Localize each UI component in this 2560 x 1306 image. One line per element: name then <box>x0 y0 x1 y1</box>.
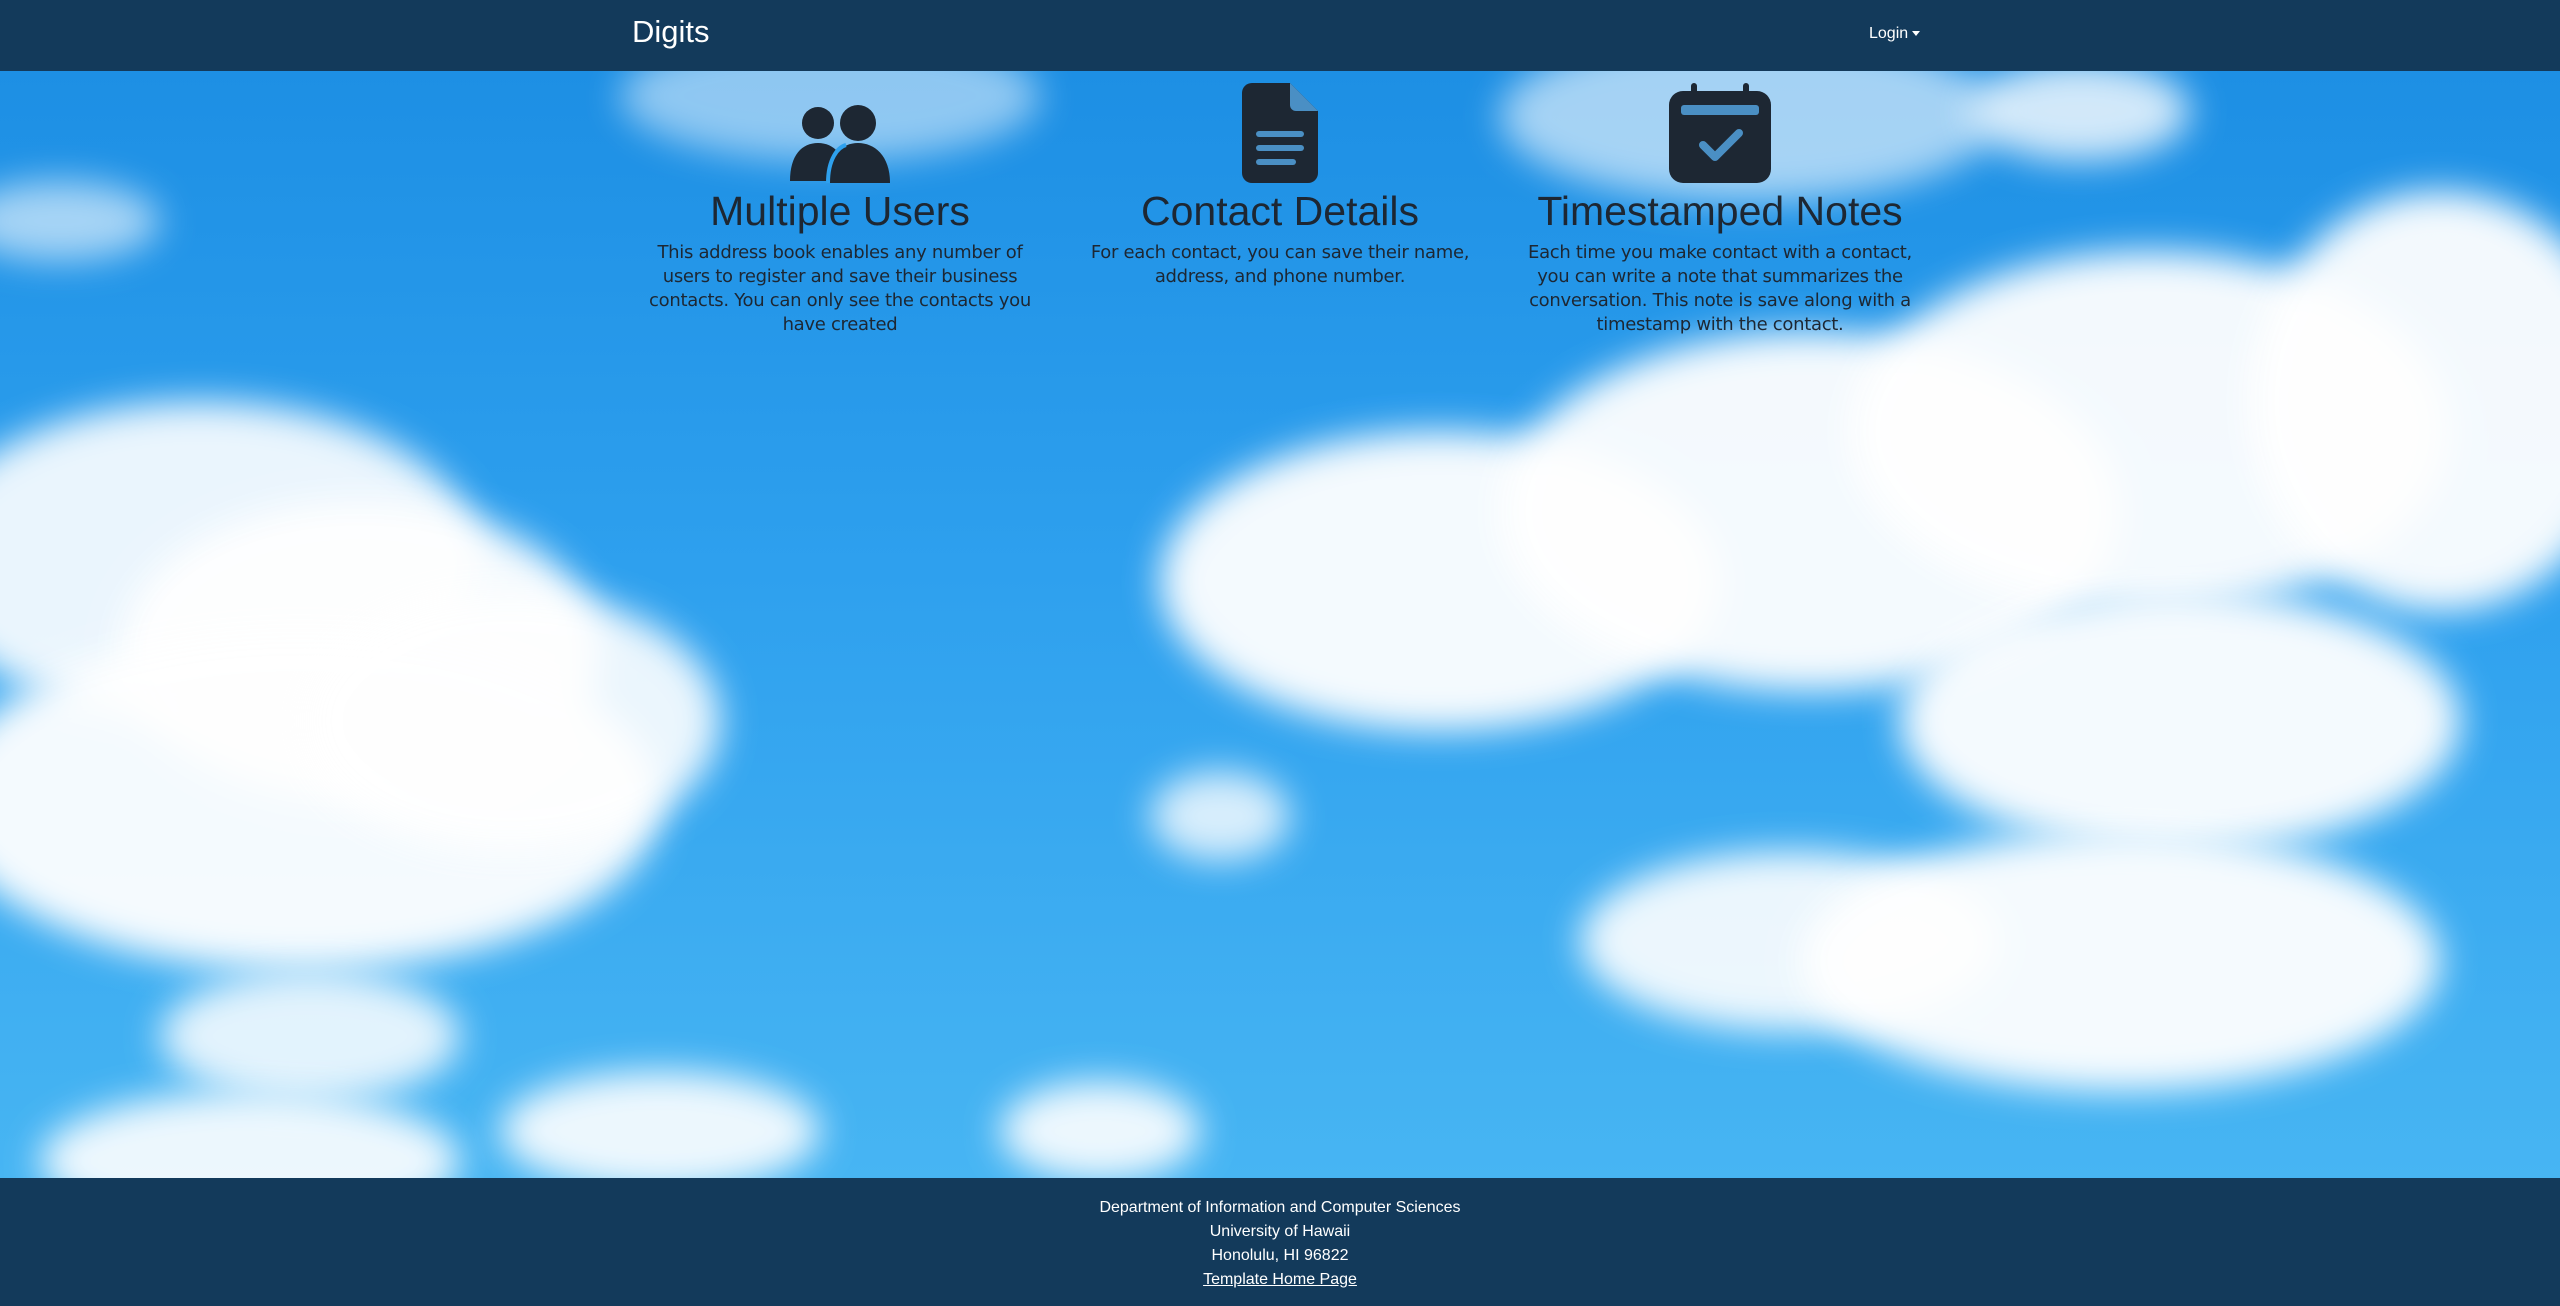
feature-description: This address book enables any number of … <box>649 242 1031 335</box>
caret-down-icon <box>1912 31 1921 37</box>
calendar-check-icon <box>1520 83 1920 183</box>
footer-address: Honolulu, HI 96822 <box>1211 1247 1349 1264</box>
features-row: Multiple Users This address book enables… <box>632 71 1928 371</box>
brand-logo-link[interactable]: Digits <box>632 14 710 50</box>
login-label: Login <box>1869 25 1909 42</box>
feature-title: Multiple Users <box>710 188 970 234</box>
footer: Department of Information and Computer S… <box>0 1178 2560 1306</box>
feature-contact-details: Contact Details For each contact, you ca… <box>1080 83 1480 289</box>
template-home-page-link[interactable]: Template Home Page <box>1203 1271 1357 1288</box>
footer-university: University of Hawaii <box>1209 1223 1351 1240</box>
feature-title: Contact Details <box>1140 188 1419 234</box>
file-lines-icon <box>1080 83 1480 183</box>
feature-description: For each contact, you can save their nam… <box>1090 242 1470 287</box>
login-dropdown[interactable]: Login <box>1869 25 1921 43</box>
feature-timestamped-notes: Timestamped Notes Each time you make con… <box>1520 83 1920 337</box>
feature-title: Timestamped Notes <box>1537 188 1903 234</box>
footer-department: Department of Information and Computer S… <box>1099 1199 1461 1216</box>
feature-description: Each time you make contact with a contac… <box>1528 242 1912 335</box>
feature-multiple-users: Multiple Users This address book enables… <box>640 83 1040 337</box>
users-icon <box>640 83 1040 183</box>
top-navbar: Digits Login <box>0 0 2560 71</box>
